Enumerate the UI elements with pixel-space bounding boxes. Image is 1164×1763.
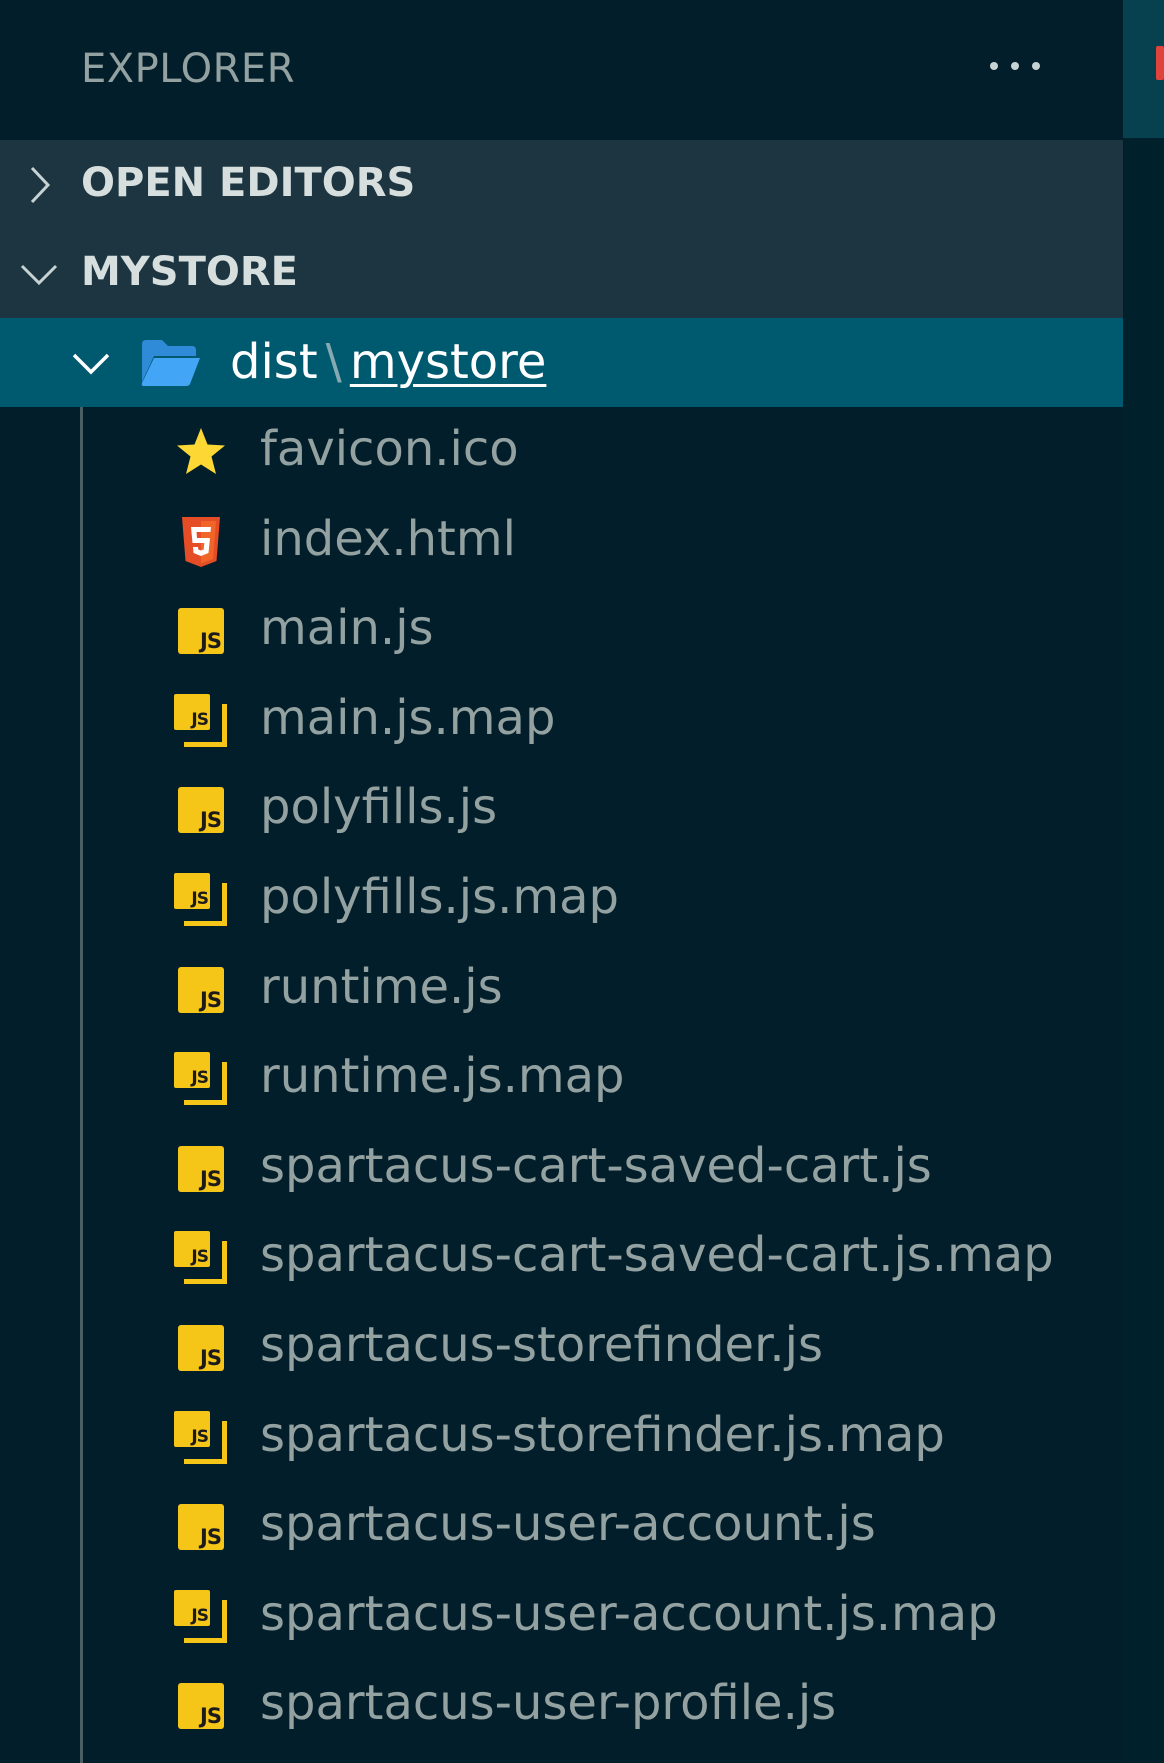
js-map-icon: JS: [174, 693, 228, 748]
js-icon: JS: [174, 1679, 228, 1733]
file-item-polyfills-js-map[interactable]: JS polyfills.js.map: [0, 855, 1123, 945]
js-icon: JS: [174, 783, 228, 837]
chevron-down-icon: [20, 264, 58, 286]
js-map-icon: JS: [174, 1052, 228, 1106]
js-map-icon: JS: [174, 1410, 228, 1465]
js-icon: JS: [174, 963, 228, 1017]
file-item-runtime-js-map[interactable]: JS runtime.js.map: [0, 1034, 1123, 1124]
file-name: spartacus-user-account.js: [260, 1496, 876, 1553]
file-item-user-account-js-map[interactable]: JS spartacus-user-account.js.map: [0, 1572, 1123, 1662]
section-label-open-editors: OPEN EDITORS: [81, 160, 416, 206]
editor-tab-bar: [1123, 0, 1164, 138]
chevron-right-icon: [30, 166, 51, 204]
star-icon: [177, 428, 225, 474]
file-name: polyfills.js.map: [260, 868, 619, 925]
js-icon: JS: [174, 1142, 228, 1196]
file-name: index.html: [260, 510, 516, 567]
file-item-polyfills-js[interactable]: JS polyfills.js: [0, 765, 1123, 855]
js-icon: JS: [174, 604, 228, 658]
file-item-main-js[interactable]: JS main.js: [0, 586, 1123, 676]
folder-parent-name: dist: [230, 334, 318, 390]
file-item-storefinder-js[interactable]: JS spartacus-storefinder.js: [0, 1303, 1123, 1393]
file-name: spartacus-storefinder.js: [260, 1316, 823, 1373]
editor-area-edge: [1123, 0, 1164, 1763]
path-separator: \: [325, 334, 342, 390]
more-actions-icon[interactable]: [984, 36, 1054, 96]
file-name: main.js.map: [260, 689, 556, 746]
explorer-sidebar: EXPLORER OPEN EDITORS MYSTORE dist \ mysto…: [0, 0, 1123, 1763]
file-list: favicon.ico index.html JS main.js JS mai…: [0, 407, 1123, 1751]
js-map-icon: JS: [174, 1231, 228, 1285]
file-item-user-profile-js[interactable]: JS spartacus-user-profile.js: [0, 1661, 1123, 1751]
section-mystore[interactable]: MYSTORE: [0, 229, 1123, 318]
file-name: main.js: [260, 600, 434, 657]
folder-path: dist \ mystore: [230, 334, 546, 390]
file-item-saved-cart-js[interactable]: JS spartacus-cart-saved-cart.js: [0, 1124, 1123, 1214]
file-item-user-account-js[interactable]: JS spartacus-user-account.js: [0, 1482, 1123, 1572]
folder-open-icon: [141, 340, 200, 386]
explorer-title: EXPLORER: [81, 46, 295, 92]
file-name: spartacus-storefinder.js.map: [260, 1406, 945, 1463]
section-open-editors[interactable]: OPEN EDITORS: [0, 140, 1123, 229]
file-name: polyfills.js: [260, 779, 498, 836]
editor-tab-file-icon[interactable]: [1156, 46, 1164, 80]
html5-icon: [182, 516, 220, 567]
file-item-favicon[interactable]: favicon.ico: [0, 407, 1123, 497]
file-item-storefinder-js-map[interactable]: JS spartacus-storefinder.js.map: [0, 1393, 1123, 1483]
js-icon: JS: [174, 1321, 228, 1375]
js-icon: JS: [174, 1500, 228, 1554]
file-item-index-html[interactable]: index.html: [0, 497, 1123, 587]
file-item-saved-cart-js-map[interactable]: JS spartacus-cart-saved-cart.js.map: [0, 1213, 1123, 1303]
section-label-mystore: MYSTORE: [81, 249, 298, 295]
explorer-header: EXPLORER: [0, 0, 1123, 138]
js-map-icon: JS: [174, 872, 228, 927]
file-name: favicon.ico: [260, 421, 519, 477]
folder-dist-mystore[interactable]: dist \ mystore: [0, 318, 1123, 407]
file-item-runtime-js[interactable]: JS runtime.js: [0, 945, 1123, 1035]
js-map-icon: JS: [174, 1589, 228, 1644]
file-name: spartacus-user-profile.js: [260, 1675, 837, 1732]
file-item-main-js-map[interactable]: JS main.js.map: [0, 676, 1123, 766]
file-name: spartacus-cart-saved-cart.js: [260, 1137, 932, 1194]
file-name: spartacus-cart-saved-cart.js.map: [260, 1227, 1054, 1284]
file-name: runtime.js: [260, 958, 503, 1015]
file-name: spartacus-user-account.js.map: [260, 1585, 998, 1642]
folder-child-name[interactable]: mystore: [350, 334, 547, 390]
file-name: runtime.js.map: [260, 1048, 625, 1105]
chevron-down-icon: [72, 353, 110, 375]
